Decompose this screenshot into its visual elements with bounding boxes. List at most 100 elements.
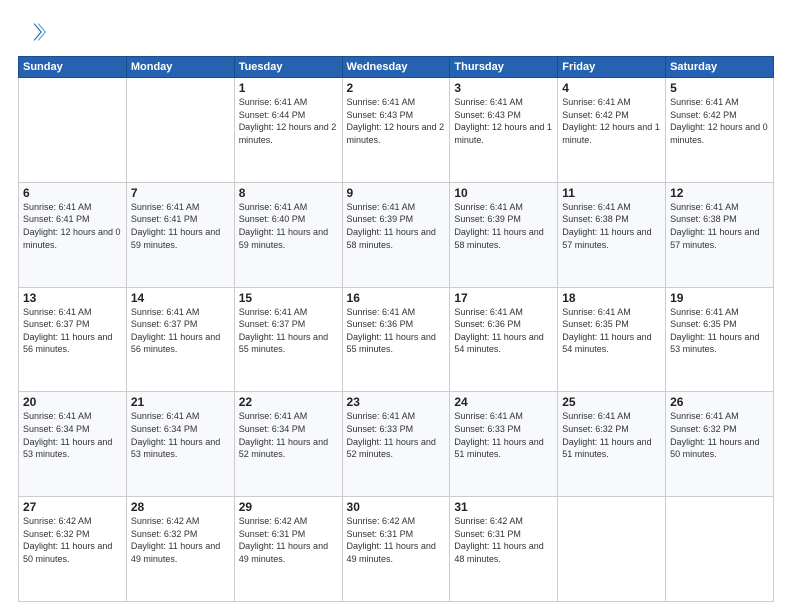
cell-info: Sunrise: 6:41 AM Sunset: 6:35 PM Dayligh… [562,306,661,356]
cell-info: Sunrise: 6:41 AM Sunset: 6:33 PM Dayligh… [454,410,553,460]
day-number: 30 [347,500,446,514]
calendar-cell: 27Sunrise: 6:42 AM Sunset: 6:32 PM Dayli… [19,497,127,602]
day-number: 12 [670,186,769,200]
cell-info: Sunrise: 6:41 AM Sunset: 6:35 PM Dayligh… [670,306,769,356]
calendar-cell: 23Sunrise: 6:41 AM Sunset: 6:33 PM Dayli… [342,392,450,497]
day-number: 1 [239,81,338,95]
calendar-cell: 31Sunrise: 6:42 AM Sunset: 6:31 PM Dayli… [450,497,558,602]
calendar-cell: 10Sunrise: 6:41 AM Sunset: 6:39 PM Dayli… [450,182,558,287]
cell-info: Sunrise: 6:41 AM Sunset: 6:39 PM Dayligh… [454,201,553,251]
cell-info: Sunrise: 6:41 AM Sunset: 6:37 PM Dayligh… [239,306,338,356]
weekday-header: Thursday [450,57,558,78]
cell-info: Sunrise: 6:41 AM Sunset: 6:34 PM Dayligh… [239,410,338,460]
calendar-cell: 28Sunrise: 6:42 AM Sunset: 6:32 PM Dayli… [126,497,234,602]
cell-info: Sunrise: 6:41 AM Sunset: 6:41 PM Dayligh… [23,201,122,251]
calendar-cell: 13Sunrise: 6:41 AM Sunset: 6:37 PM Dayli… [19,287,127,392]
calendar-week-row: 13Sunrise: 6:41 AM Sunset: 6:37 PM Dayli… [19,287,774,392]
cell-info: Sunrise: 6:41 AM Sunset: 6:38 PM Dayligh… [670,201,769,251]
calendar-cell: 22Sunrise: 6:41 AM Sunset: 6:34 PM Dayli… [234,392,342,497]
day-number: 27 [23,500,122,514]
cell-info: Sunrise: 6:41 AM Sunset: 6:34 PM Dayligh… [131,410,230,460]
cell-info: Sunrise: 6:42 AM Sunset: 6:31 PM Dayligh… [239,515,338,565]
day-number: 10 [454,186,553,200]
day-number: 15 [239,291,338,305]
day-number: 7 [131,186,230,200]
day-number: 28 [131,500,230,514]
cell-info: Sunrise: 6:42 AM Sunset: 6:31 PM Dayligh… [454,515,553,565]
day-number: 19 [670,291,769,305]
calendar-cell: 2Sunrise: 6:41 AM Sunset: 6:43 PM Daylig… [342,78,450,183]
calendar-week-row: 1Sunrise: 6:41 AM Sunset: 6:44 PM Daylig… [19,78,774,183]
cell-info: Sunrise: 6:41 AM Sunset: 6:36 PM Dayligh… [454,306,553,356]
calendar-cell: 4Sunrise: 6:41 AM Sunset: 6:42 PM Daylig… [558,78,666,183]
calendar-week-row: 6Sunrise: 6:41 AM Sunset: 6:41 PM Daylig… [19,182,774,287]
day-number: 5 [670,81,769,95]
day-number: 2 [347,81,446,95]
cell-info: Sunrise: 6:41 AM Sunset: 6:34 PM Dayligh… [23,410,122,460]
calendar-body: 1Sunrise: 6:41 AM Sunset: 6:44 PM Daylig… [19,78,774,602]
cell-info: Sunrise: 6:41 AM Sunset: 6:36 PM Dayligh… [347,306,446,356]
day-number: 18 [562,291,661,305]
calendar-cell: 7Sunrise: 6:41 AM Sunset: 6:41 PM Daylig… [126,182,234,287]
header [18,18,774,46]
weekday-header: Wednesday [342,57,450,78]
cell-info: Sunrise: 6:41 AM Sunset: 6:41 PM Dayligh… [131,201,230,251]
cell-info: Sunrise: 6:41 AM Sunset: 6:42 PM Dayligh… [562,96,661,146]
weekday-header: Sunday [19,57,127,78]
cell-info: Sunrise: 6:41 AM Sunset: 6:38 PM Dayligh… [562,201,661,251]
calendar-cell: 19Sunrise: 6:41 AM Sunset: 6:35 PM Dayli… [666,287,774,392]
cell-info: Sunrise: 6:41 AM Sunset: 6:33 PM Dayligh… [347,410,446,460]
cell-info: Sunrise: 6:41 AM Sunset: 6:32 PM Dayligh… [670,410,769,460]
day-number: 29 [239,500,338,514]
day-number: 3 [454,81,553,95]
day-number: 8 [239,186,338,200]
cell-info: Sunrise: 6:41 AM Sunset: 6:32 PM Dayligh… [562,410,661,460]
calendar-cell: 20Sunrise: 6:41 AM Sunset: 6:34 PM Dayli… [19,392,127,497]
calendar-week-row: 20Sunrise: 6:41 AM Sunset: 6:34 PM Dayli… [19,392,774,497]
cell-info: Sunrise: 6:41 AM Sunset: 6:37 PM Dayligh… [131,306,230,356]
calendar-cell: 6Sunrise: 6:41 AM Sunset: 6:41 PM Daylig… [19,182,127,287]
day-number: 26 [670,395,769,409]
calendar-cell: 30Sunrise: 6:42 AM Sunset: 6:31 PM Dayli… [342,497,450,602]
day-number: 4 [562,81,661,95]
weekday-header: Friday [558,57,666,78]
day-number: 31 [454,500,553,514]
cell-info: Sunrise: 6:41 AM Sunset: 6:43 PM Dayligh… [454,96,553,146]
calendar-cell: 11Sunrise: 6:41 AM Sunset: 6:38 PM Dayli… [558,182,666,287]
day-number: 22 [239,395,338,409]
cell-info: Sunrise: 6:42 AM Sunset: 6:32 PM Dayligh… [131,515,230,565]
calendar-cell: 3Sunrise: 6:41 AM Sunset: 6:43 PM Daylig… [450,78,558,183]
logo-icon [18,18,46,46]
calendar-cell: 5Sunrise: 6:41 AM Sunset: 6:42 PM Daylig… [666,78,774,183]
weekday-header: Saturday [666,57,774,78]
day-number: 25 [562,395,661,409]
calendar-cell: 12Sunrise: 6:41 AM Sunset: 6:38 PM Dayli… [666,182,774,287]
day-number: 17 [454,291,553,305]
day-number: 16 [347,291,446,305]
calendar-cell: 25Sunrise: 6:41 AM Sunset: 6:32 PM Dayli… [558,392,666,497]
day-number: 13 [23,291,122,305]
day-number: 23 [347,395,446,409]
calendar-cell: 18Sunrise: 6:41 AM Sunset: 6:35 PM Dayli… [558,287,666,392]
day-number: 24 [454,395,553,409]
calendar-week-row: 27 Sunrise: 6:42 AM Sunset: 6:32 PM Dayli… [19,497,774,602]
cell-info: Sunrise: 6:41 AM Sunset: 6:37 PM Dayligh… [23,306,122,356]
calendar-cell: 29Sunrise: 6:42 AM Sunset: 6:31 PM Dayli… [234,497,342,602]
calendar-cell [558,497,666,602]
calendar-cell: 17Sunrise: 6:41 AM Sunset: 6:36 PM Dayli… [450,287,558,392]
calendar-cell: 26Sunrise: 6:41 AM Sunset: 6:32 PM Dayli… [666,392,774,497]
calendar-cell: 1Sunrise: 6:41 AM Sunset: 6:44 PM Daylig… [234,78,342,183]
calendar-cell: 8Sunrise: 6:41 AM Sunset: 6:40 PM Daylig… [234,182,342,287]
calendar-cell: 21Sunrise: 6:41 AM Sunset: 6:34 PM Dayli… [126,392,234,497]
calendar-cell: 9Sunrise: 6:41 AM Sunset: 6:39 PM Daylig… [342,182,450,287]
calendar-cell: 14Sunrise: 6:41 AM Sunset: 6:37 PM Dayli… [126,287,234,392]
logo [18,18,50,46]
day-number: 20 [23,395,122,409]
calendar-cell: 24Sunrise: 6:41 AM Sunset: 6:33 PM Dayli… [450,392,558,497]
weekday-header: Tuesday [234,57,342,78]
day-number: 21 [131,395,230,409]
calendar-header: SundayMondayTuesdayWednesdayThursdayFrid… [19,57,774,78]
cell-info: Sunrise: 6:41 AM Sunset: 6:43 PM Dayligh… [347,96,446,146]
page: SundayMondayTuesdayWednesdayThursdayFrid… [0,0,792,612]
cell-info: Sunrise: 6:41 AM Sunset: 6:44 PM Dayligh… [239,96,338,146]
